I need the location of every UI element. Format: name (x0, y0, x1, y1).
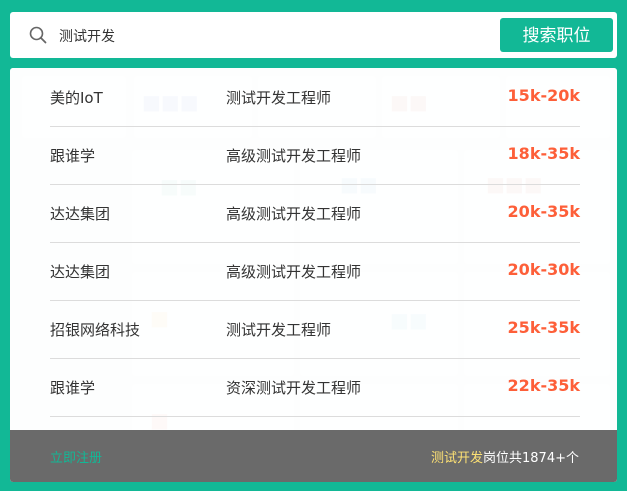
job-row[interactable]: 美的IoT 测试开发工程师 15k-20k (50, 68, 580, 127)
company-name: 美的IoT (50, 89, 103, 107)
search-input[interactable] (57, 23, 481, 49)
job-row[interactable]: 达达集团 高级测试开发工程师 20k-35k (50, 184, 580, 243)
register-link[interactable]: 立即注册 (50, 447, 102, 466)
salary: 20k-30k (507, 260, 580, 279)
position-title: 资深测试开发工程师 (226, 379, 362, 397)
job-row[interactable]: 跟谁学 资深测试开发工程师 22k-35k (50, 358, 580, 417)
job-list: 美的IoT 测试开发工程师 15k-20k 跟谁学 高级测试开发工程师 18k-… (10, 68, 617, 482)
position-title: 测试开发工程师 (226, 321, 332, 339)
job-row[interactable]: 招银网络科技 测试开发工程师 25k-35k (50, 300, 580, 359)
search-widget: 搜索职位 ■■■ ■■ ■■ ■■ ■■■ ■ ■■ ■ (0, 0, 627, 491)
search-button[interactable]: 搜索职位 (500, 18, 613, 52)
count-text: 岗位共1874+个 (483, 451, 579, 466)
salary: 25k-35k (507, 318, 580, 337)
company-name: 跟谁学 (50, 379, 96, 397)
search-bar: 搜索职位 (10, 12, 617, 58)
job-count: 测试开发岗位共1874+个 (431, 447, 579, 466)
footer-bar: 立即注册 测试开发岗位共1874+个 (10, 430, 617, 482)
count-keyword: 测试开发 (431, 451, 484, 466)
results-panel: ■■■ ■■ ■■ ■■ ■■■ ■ ■■ ■ 美的IoT 测试开发工程师 15… (10, 68, 617, 482)
search-icon (29, 26, 47, 44)
salary: 20k-35k (507, 202, 580, 221)
company-name: 达达集团 (50, 205, 111, 223)
position-title: 测试开发工程师 (226, 89, 332, 107)
position-title: 高级测试开发工程师 (226, 263, 362, 281)
salary: 22k-35k (507, 376, 580, 395)
company-name: 跟谁学 (50, 147, 96, 165)
job-row[interactable]: 跟谁学 高级测试开发工程师 18k-35k (50, 126, 580, 185)
position-title: 高级测试开发工程师 (226, 147, 362, 165)
job-row[interactable]: 达达集团 高级测试开发工程师 20k-30k (50, 242, 580, 301)
company-name: 达达集团 (50, 263, 111, 281)
salary: 15k-20k (507, 86, 580, 105)
salary: 18k-35k (507, 144, 580, 163)
company-name: 招银网络科技 (50, 321, 141, 339)
position-title: 高级测试开发工程师 (226, 205, 362, 223)
